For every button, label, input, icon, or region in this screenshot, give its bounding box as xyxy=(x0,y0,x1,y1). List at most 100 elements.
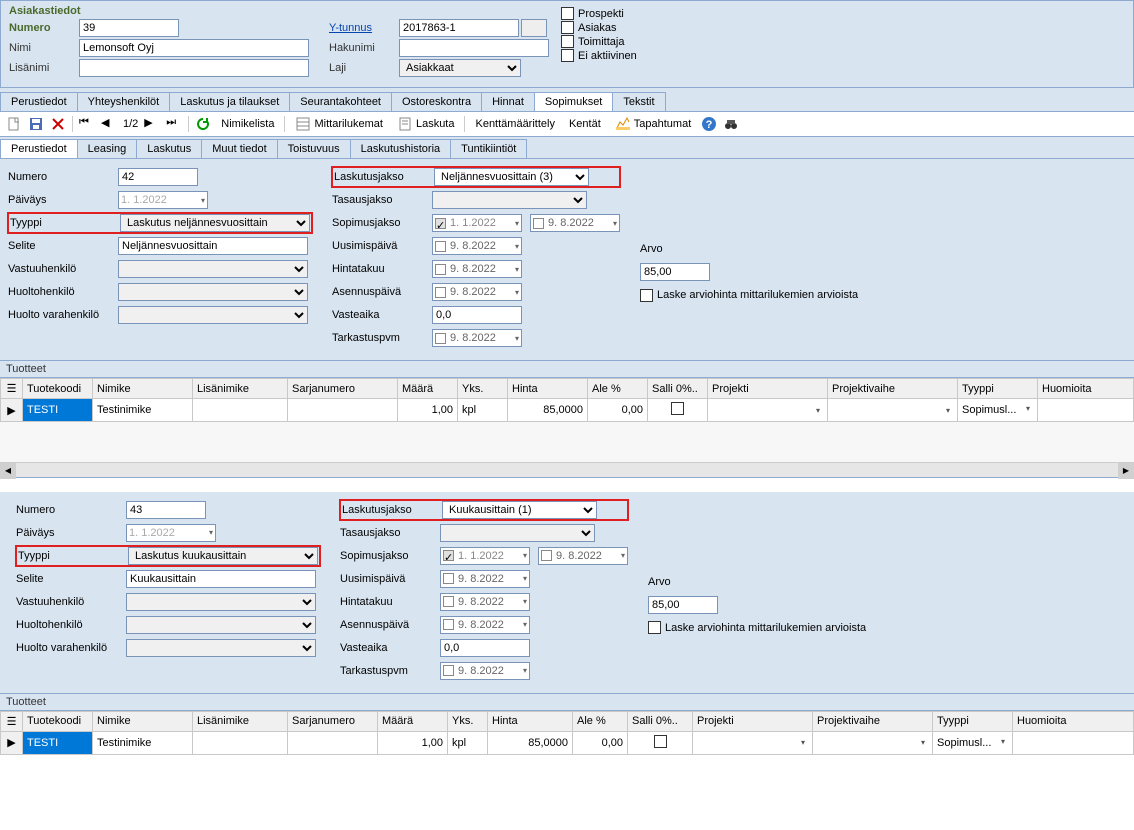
nav-last-icon[interactable]: ⏭ xyxy=(166,116,182,132)
filter-icon[interactable]: ☰ xyxy=(1,711,23,731)
cell-maara[interactable]: 1,00 xyxy=(378,731,448,754)
cell-sarjanumero[interactable] xyxy=(288,399,398,422)
huoltovara-select[interactable] xyxy=(126,639,316,657)
tab-seurantakohteet[interactable]: Seurantakohteet xyxy=(289,92,392,111)
prospekti-checkbox[interactable] xyxy=(561,7,574,20)
tab-sopimukset[interactable]: Sopimukset xyxy=(534,92,613,111)
table-row[interactable]: ▶ TESTI Testinimike 1,00 kpl 85,0000 0,0… xyxy=(1,399,1134,422)
cell-huomioita[interactable] xyxy=(1013,731,1134,754)
numero-input[interactable] xyxy=(79,19,179,37)
laskutusjakso-select[interactable]: Kuukausittain (1) xyxy=(442,501,597,519)
arvo-input[interactable] xyxy=(640,263,710,281)
uusimispaiva-date[interactable]: 9. 8.2022▾ xyxy=(432,237,522,255)
col-salli0[interactable]: Salli 0%.. xyxy=(628,711,693,731)
cell-salli0[interactable] xyxy=(628,731,693,754)
arvo-input[interactable] xyxy=(648,596,718,614)
laske-checkbox[interactable] xyxy=(648,621,661,634)
huoltohenkilo-select[interactable] xyxy=(126,616,316,634)
cell-projektivaihe[interactable]: ▾ xyxy=(813,731,933,754)
ytunnus-link[interactable]: Y-tunnus xyxy=(329,22,399,34)
cell-projekti[interactable]: ▾ xyxy=(708,399,828,422)
cell-projektivaihe[interactable]: ▾ xyxy=(828,399,958,422)
subtab-muut-tiedot[interactable]: Muut tiedot xyxy=(201,139,277,158)
subtab-leasing[interactable]: Leasing xyxy=(77,139,138,158)
nav-prev-icon[interactable]: ◀ xyxy=(101,116,117,132)
tab-laskutus-tilaukset[interactable]: Laskutus ja tilaukset xyxy=(169,92,290,111)
sopimusjakso-from-date[interactable]: ✓1. 1.2022▾ xyxy=(432,214,522,232)
binoculars-icon[interactable] xyxy=(723,116,739,132)
asiakas-checkbox[interactable] xyxy=(561,21,574,34)
tarkastuspvm-date[interactable]: 9. 8.2022▾ xyxy=(432,329,522,347)
col-hinta[interactable]: Hinta xyxy=(508,379,588,399)
save-icon[interactable] xyxy=(28,116,44,132)
vasteaika-input[interactable] xyxy=(440,639,530,657)
col-lisanimike[interactable]: Lisänimike xyxy=(193,379,288,399)
cell-lisanimike[interactable] xyxy=(193,399,288,422)
cell-tuotekoodi[interactable]: TESTI xyxy=(23,399,93,422)
horizontal-scrollbar[interactable]: ◀▶ xyxy=(0,462,1134,478)
vasteaika-input[interactable] xyxy=(432,306,522,324)
laskuta-button[interactable]: Laskuta xyxy=(393,115,459,133)
cell-huomioita[interactable] xyxy=(1038,399,1134,422)
col-sarjanumero[interactable]: Sarjanumero xyxy=(288,711,378,731)
numero-input[interactable] xyxy=(126,501,206,519)
col-tyyppi[interactable]: Tyyppi xyxy=(933,711,1013,731)
ytunnus-button[interactable] xyxy=(521,19,547,37)
selite-input[interactable] xyxy=(118,237,308,255)
numero-input[interactable] xyxy=(118,168,198,186)
tasausjakso-select[interactable] xyxy=(432,191,587,209)
kentat-button[interactable]: Kentät xyxy=(565,117,605,131)
selite-input[interactable] xyxy=(126,570,316,588)
cell-yks[interactable]: kpl xyxy=(448,731,488,754)
laske-checkbox[interactable] xyxy=(640,289,653,302)
cell-tyyppi[interactable]: Sopimusl...▾ xyxy=(958,399,1038,422)
huoltohenkilo-select[interactable] xyxy=(118,283,308,301)
huoltovara-select[interactable] xyxy=(118,306,308,324)
sopimusjakso-from-date[interactable]: ✓1. 1.2022▾ xyxy=(440,547,530,565)
laskutusjakso-select[interactable]: Neljännesvuosittain (3) xyxy=(434,168,589,186)
kenttamaarittely-button[interactable]: Kenttämäärittely xyxy=(471,117,558,131)
cell-ale[interactable]: 0,00 xyxy=(588,399,648,422)
cell-salli0[interactable] xyxy=(648,399,708,422)
subtab-laskutus[interactable]: Laskutus xyxy=(136,139,202,158)
nav-first-icon[interactable]: ⏮ xyxy=(79,116,95,132)
tab-perustiedot[interactable]: Perustiedot xyxy=(0,92,78,111)
col-projekti[interactable]: Projekti xyxy=(708,379,828,399)
paivays-date[interactable]: 1. 1.2022▾ xyxy=(118,191,208,209)
new-icon[interactable] xyxy=(6,116,22,132)
asennuspaiva-date[interactable]: 9. 8.2022▾ xyxy=(432,283,522,301)
refresh-icon[interactable] xyxy=(195,116,211,132)
vastuuhenkilo-select[interactable] xyxy=(126,593,316,611)
uusimispaiva-date[interactable]: 9. 8.2022▾ xyxy=(440,570,530,588)
sopimusjakso-to-date[interactable]: 9. 8.2022▾ xyxy=(538,547,628,565)
nimikelista-button[interactable]: Nimikelista xyxy=(217,117,278,131)
subtab-tuntikiintiot[interactable]: Tuntikiintiöt xyxy=(450,139,527,158)
tab-ostoreskontra[interactable]: Ostoreskontra xyxy=(391,92,482,111)
cell-projekti[interactable]: ▾ xyxy=(693,731,813,754)
col-maara[interactable]: Määrä xyxy=(378,711,448,731)
cell-maara[interactable]: 1,00 xyxy=(398,399,458,422)
tab-yhteyshenkilot[interactable]: Yhteyshenkilöt xyxy=(77,92,171,111)
asennuspaiva-date[interactable]: 9. 8.2022▾ xyxy=(440,616,530,634)
col-ale[interactable]: Ale % xyxy=(573,711,628,731)
toimittaja-checkbox[interactable] xyxy=(561,35,574,48)
cell-hinta[interactable]: 85,0000 xyxy=(508,399,588,422)
col-ale[interactable]: Ale % xyxy=(588,379,648,399)
cell-ale[interactable]: 0,00 xyxy=(573,731,628,754)
cell-lisanimike[interactable] xyxy=(193,731,288,754)
laji-select[interactable]: Asiakkaat xyxy=(399,59,521,77)
col-projektivaihe[interactable]: Projektivaihe xyxy=(813,711,933,731)
col-maara[interactable]: Määrä xyxy=(398,379,458,399)
col-tyyppi[interactable]: Tyyppi xyxy=(958,379,1038,399)
subtab-perustiedot[interactable]: Perustiedot xyxy=(0,139,78,158)
col-yks[interactable]: Yks. xyxy=(458,379,508,399)
filter-icon[interactable]: ☰ xyxy=(1,379,23,399)
tab-hinnat[interactable]: Hinnat xyxy=(481,92,535,111)
eiaktiivinen-checkbox[interactable] xyxy=(561,49,574,62)
col-lisanimike[interactable]: Lisänimike xyxy=(193,711,288,731)
delete-icon[interactable] xyxy=(50,116,66,132)
col-yks[interactable]: Yks. xyxy=(448,711,488,731)
tyyppi-select[interactable]: Laskutus neljännesvuosittain xyxy=(120,214,310,232)
cell-sarjanumero[interactable] xyxy=(288,731,378,754)
col-sarjanumero[interactable]: Sarjanumero xyxy=(288,379,398,399)
